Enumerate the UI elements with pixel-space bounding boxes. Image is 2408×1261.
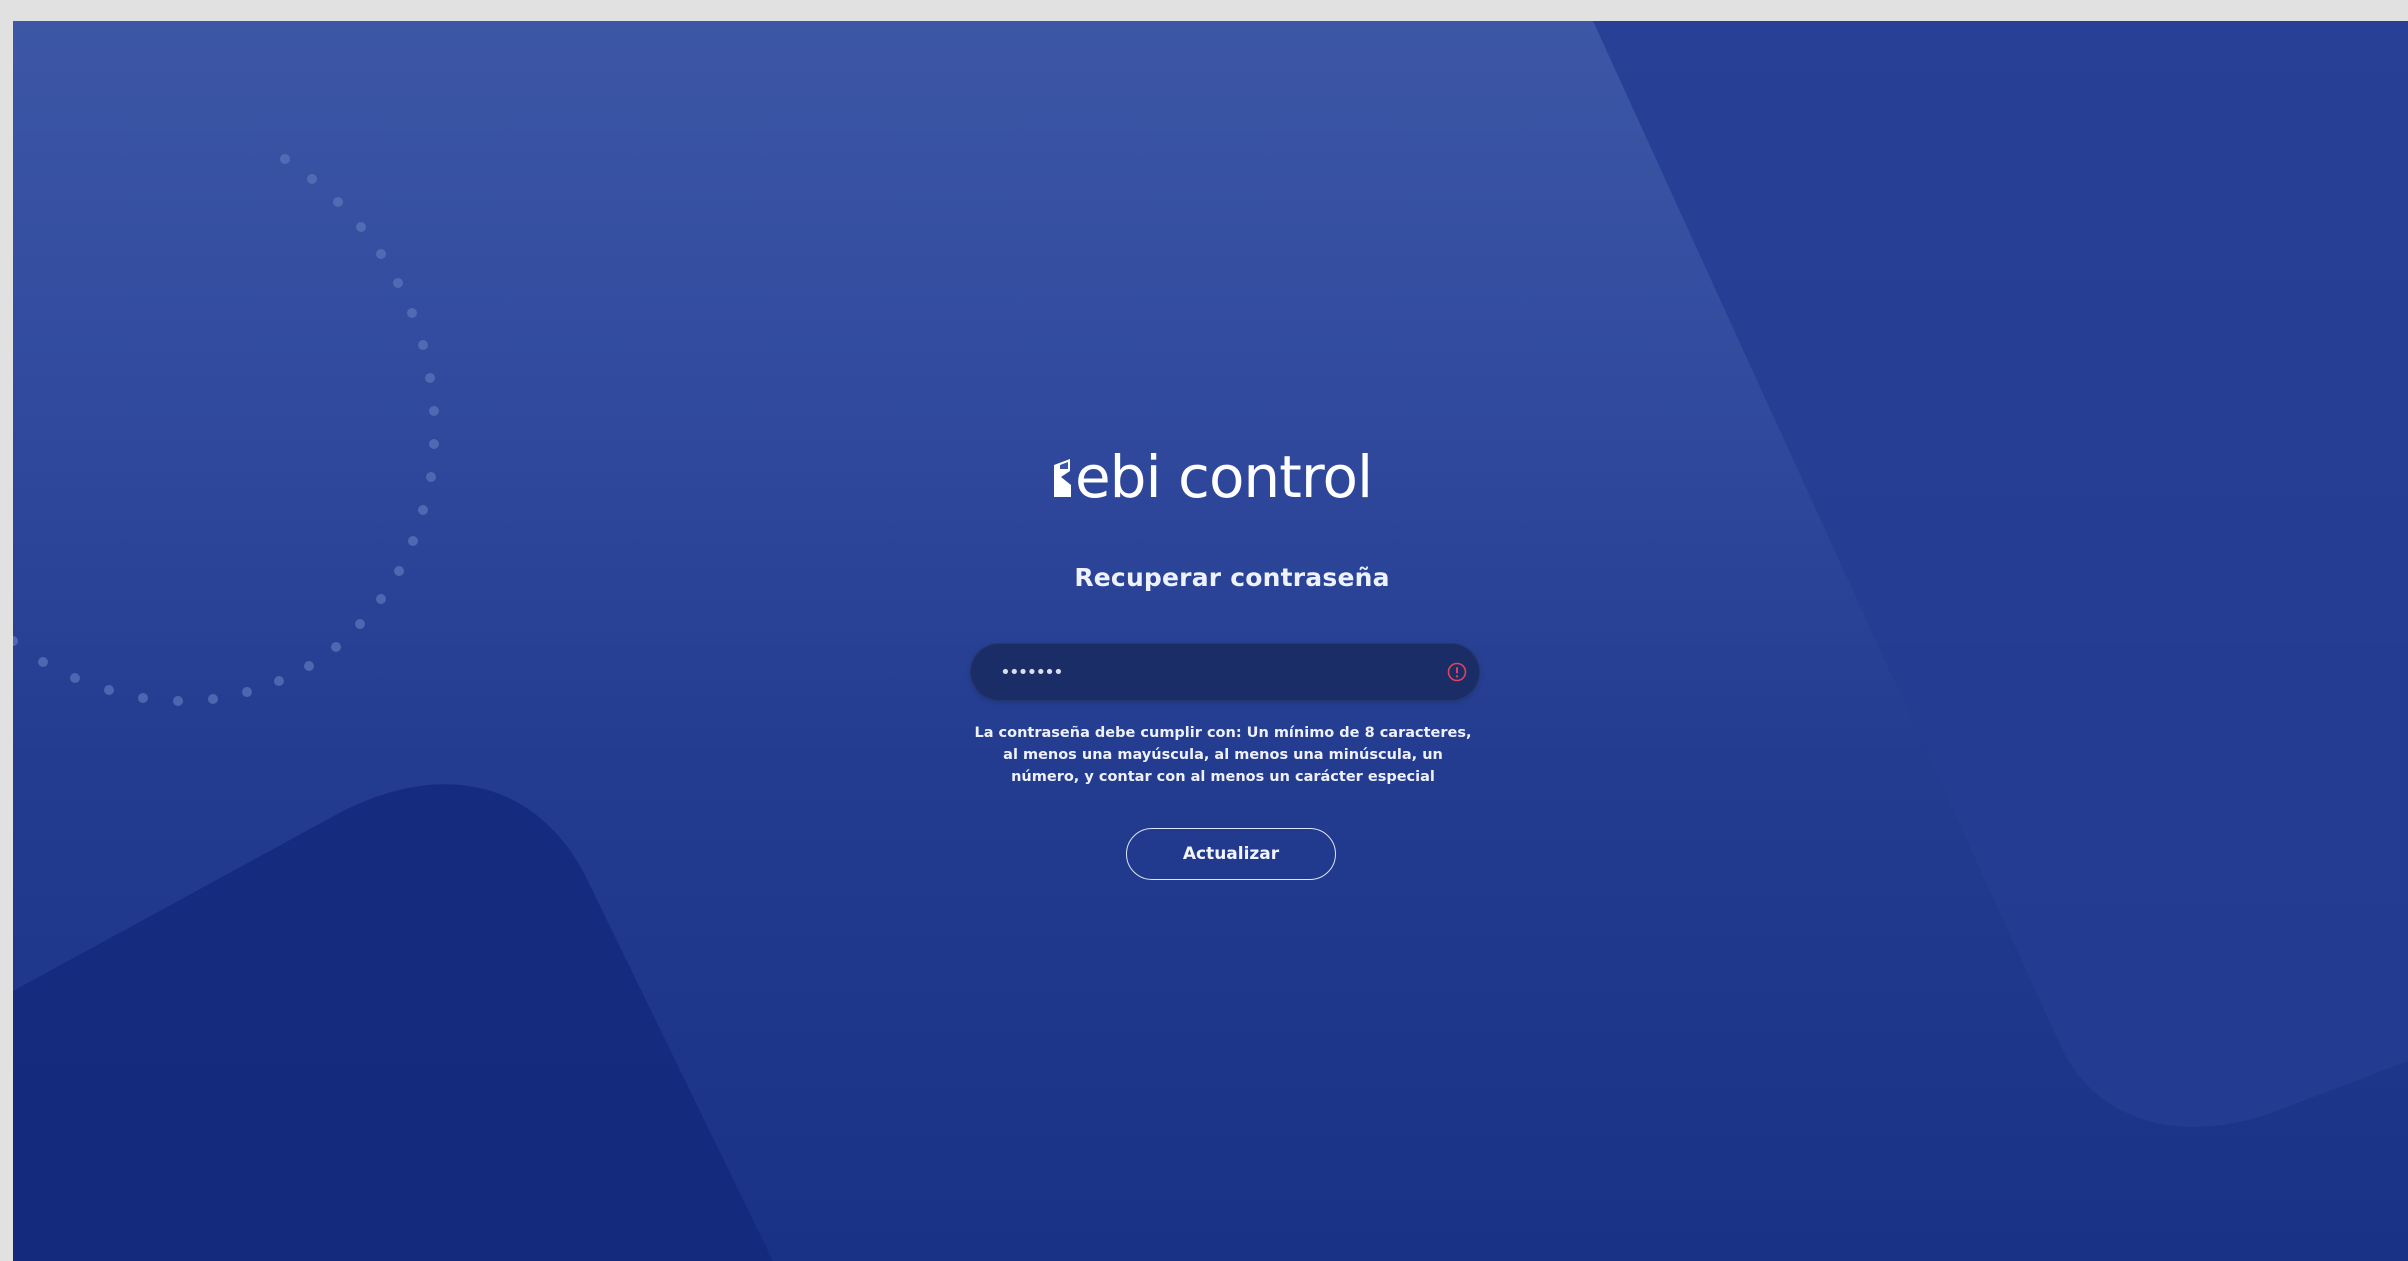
background-shape-right bbox=[1593, 21, 2408, 1127]
background-shape-left bbox=[13, 784, 773, 1261]
dotted-arc bbox=[13, 154, 439, 706]
screen: ebi control Recuperar contraseña La cont… bbox=[13, 21, 2408, 1261]
page-title: Recuperar contraseña bbox=[1074, 563, 1390, 592]
logo-text: ebi control bbox=[1075, 443, 1372, 511]
password-requirements-hint: La contraseña debe cumplir con: Un mínim… bbox=[974, 725, 1472, 785]
recover-password-panel: ebi control Recuperar contraseña La cont… bbox=[963, 411, 1501, 931]
alert-circle-icon bbox=[1447, 662, 1467, 682]
password-field[interactable] bbox=[970, 643, 1480, 701]
password-input[interactable] bbox=[1000, 657, 1420, 687]
brand-mark-icon bbox=[1054, 459, 1071, 497]
brand-logo: ebi control bbox=[1033, 435, 1433, 525]
update-button[interactable]: Actualizar bbox=[1126, 828, 1336, 880]
